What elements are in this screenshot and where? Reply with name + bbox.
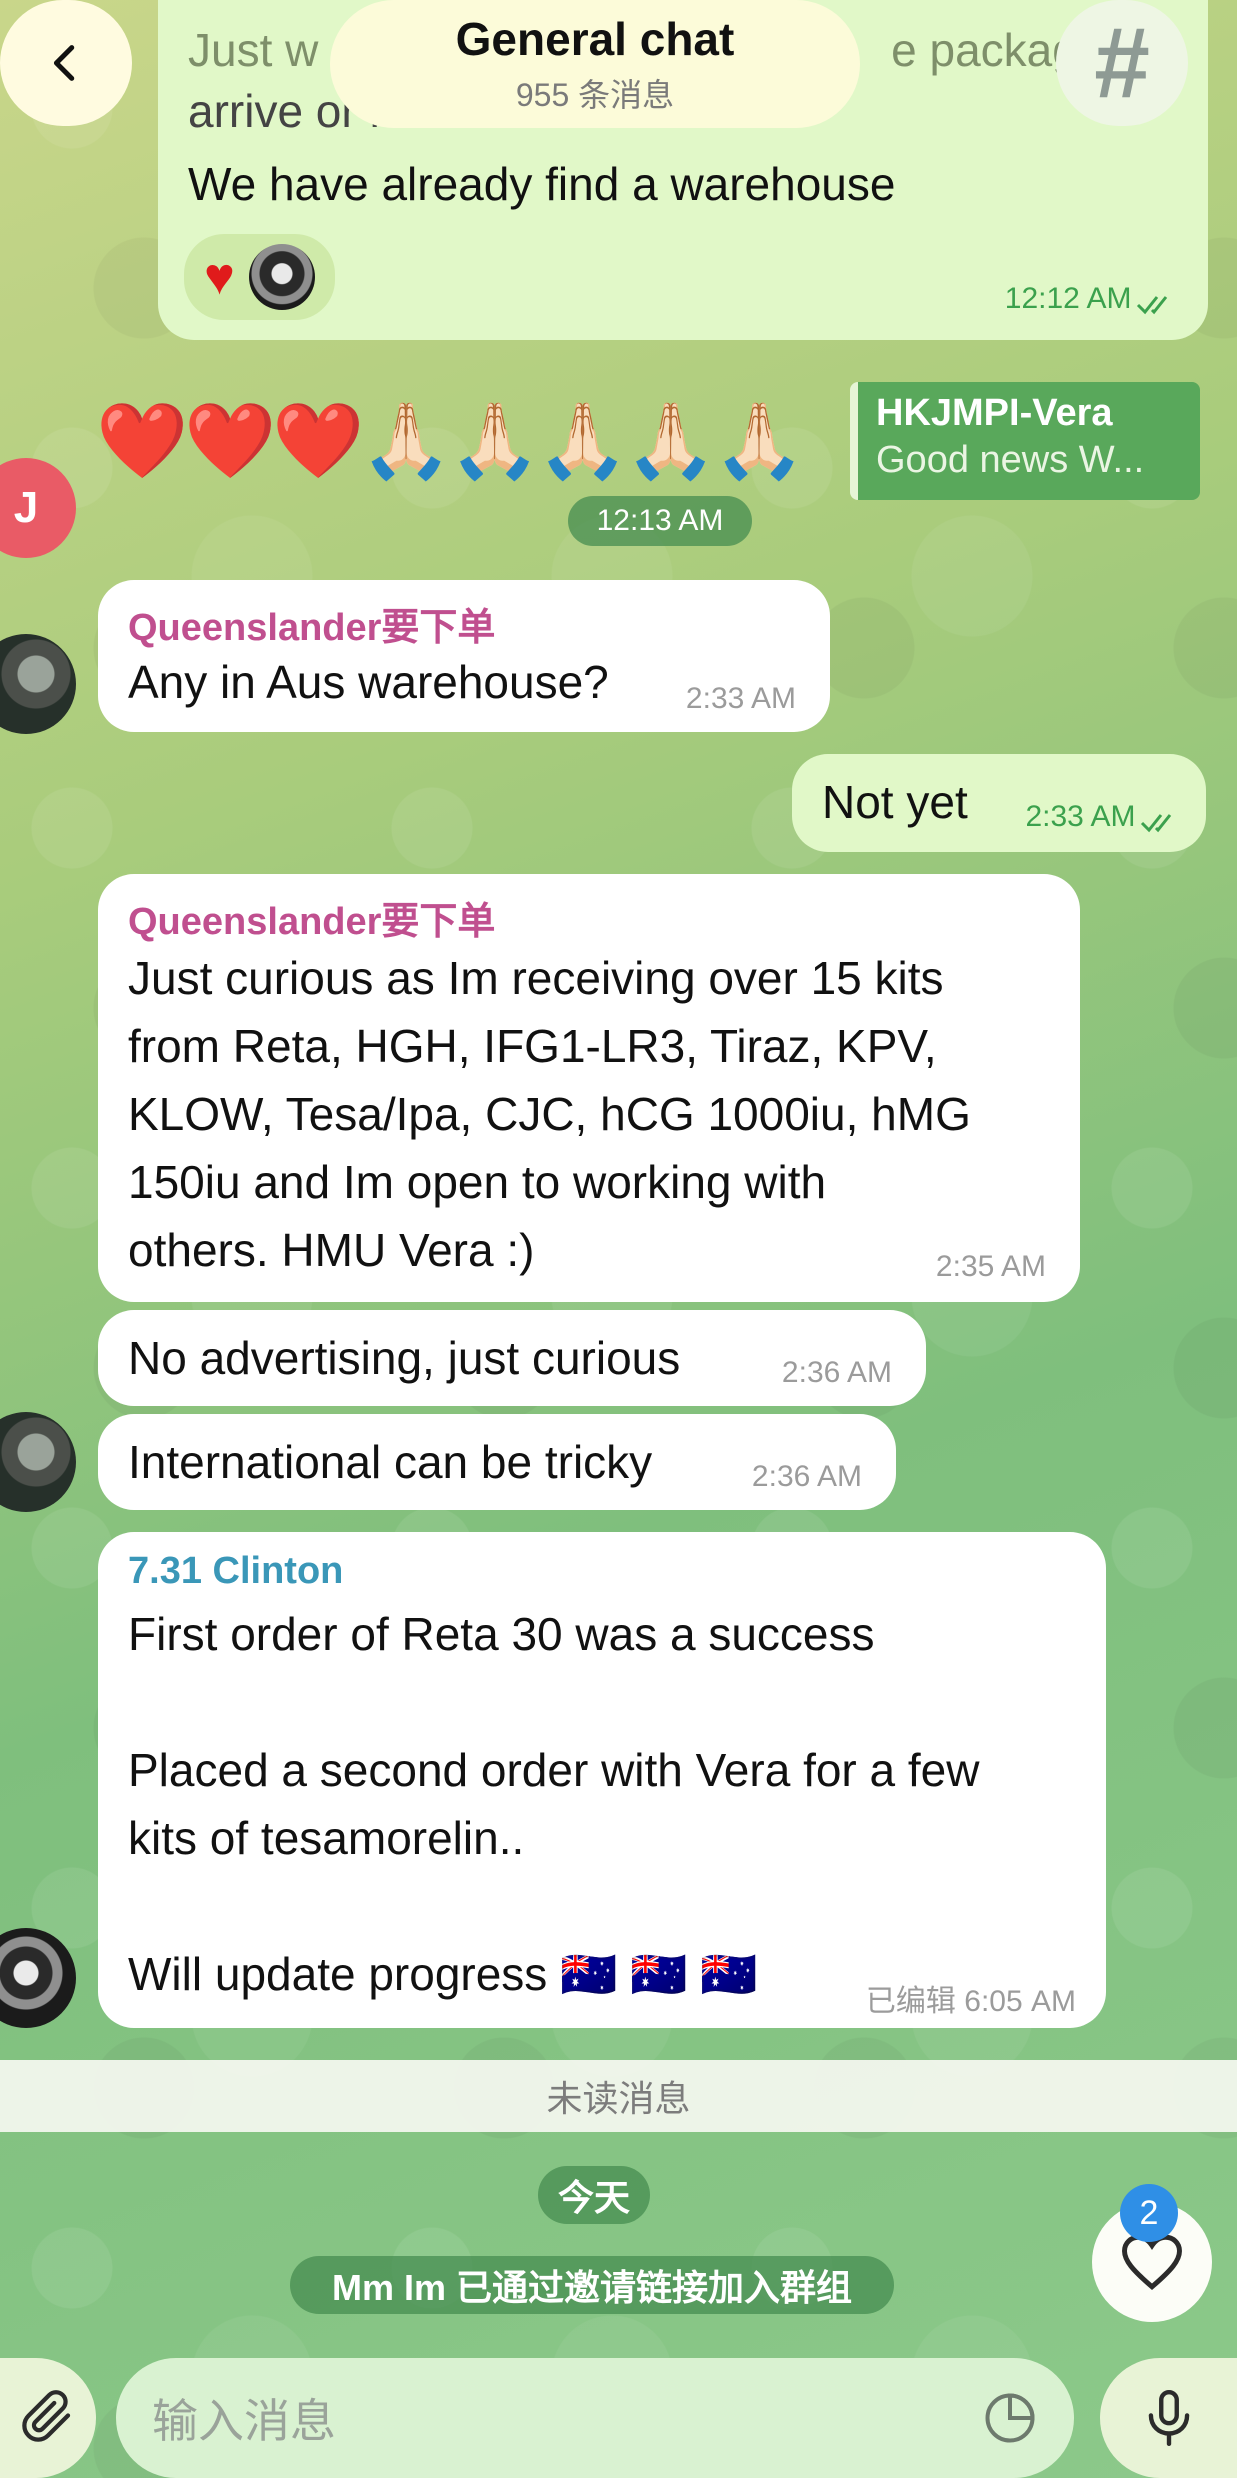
sender-name[interactable]: Queenslander要下单 (128, 596, 495, 651)
chat-title: General chat (455, 13, 735, 65)
reply-text: Good news W... (876, 439, 1145, 481)
message-bubble-incoming[interactable]: Queenslander要下单 Just curious as Im recei… (98, 874, 1080, 1302)
reaction-pill[interactable]: ♥ (184, 234, 335, 320)
message-text: Not yet (822, 776, 968, 828)
message-meta: 2:33 AM (1025, 800, 1182, 834)
paperclip-icon (22, 2390, 71, 2442)
edited-label: 已编辑 (865, 1985, 956, 2018)
sticker-icon[interactable] (980, 2388, 1040, 2448)
message-input-placeholder: 输入消息 (152, 2395, 336, 2447)
user-avatar-clinton[interactable] (0, 1928, 76, 2028)
message-time: 6:05 AM (964, 1985, 1076, 2018)
message-time: 12:12 AM (1004, 282, 1132, 315)
chat-title-pill[interactable]: General chat 955 条消息 (330, 0, 860, 128)
date-pill: 今天 (538, 2166, 650, 2224)
message-meta: 12:12 AM (1005, 282, 1178, 316)
message-text: Just curious as Im receiving over 15 kit… (128, 952, 971, 1276)
heart-reaction-icon: ♥ (204, 248, 235, 306)
message-text: Any in Aus warehouse? (128, 656, 609, 708)
microphone-icon (1148, 2389, 1189, 2447)
message-time: 2:36 AM (781, 1356, 892, 1389)
message-text: No advertising, just curious (128, 1332, 681, 1384)
reply-preview[interactable]: HKJMPI-Vera Good news W... (850, 382, 1200, 500)
message-meta: 已编辑 6:05 AM (866, 1976, 1076, 2020)
back-button[interactable] (0, 0, 132, 126)
message-bubble-incoming[interactable]: International can be tricky 2:36 AM (98, 1414, 896, 1510)
message-bubble-incoming[interactable]: No advertising, just curious 2:36 AM (98, 1310, 926, 1406)
unread-reactions-badge: 2 (1120, 2184, 1178, 2242)
message-count: 955 条消息 (515, 77, 675, 113)
message-bubble-incoming[interactable]: Queenslander要下单 Any in Aus warehouse? 2:… (98, 580, 830, 732)
sender-name[interactable]: Queenslander要下单 (128, 890, 495, 945)
user-avatar-queenslander[interactable] (0, 634, 76, 734)
message-input[interactable]: 输入消息 (116, 2358, 1074, 2478)
message-text-partial: e packag (891, 24, 1078, 76)
user-avatar-j[interactable]: J (0, 458, 76, 558)
message-time: 2:33 AM (1025, 800, 1136, 833)
reply-sender: HKJMPI-Vera (876, 392, 1113, 434)
message-bubble-outgoing[interactable]: Not yet 2:33 AM (792, 754, 1206, 852)
message-bubble-incoming[interactable]: 7.31 Clinton First order of Reta 30 was … (98, 1532, 1106, 2028)
message-text: International can be tricky (128, 1436, 653, 1488)
message-time-badge: 12:13 AM (568, 496, 752, 546)
attach-button[interactable] (0, 2358, 96, 2478)
reactor-avatar (248, 244, 315, 310)
topic-hash-icon[interactable]: # (1056, 0, 1188, 126)
message-text: We have already find a warehouse (188, 158, 896, 210)
unread-messages-divider: 未读消息 (0, 2060, 1237, 2132)
user-avatar-queenslander[interactable] (0, 1412, 76, 1512)
message-text: First order of Reta 30 was a success Pla… (128, 1608, 980, 2000)
message-text-partial: Just w (188, 24, 319, 76)
double-check-icon (1140, 813, 1172, 833)
emoji-message[interactable]: ❤️❤️❤️🙏🏻🙏🏻🙏🏻🙏🏻🙏🏻 (96, 398, 805, 485)
chevron-left-icon (53, 45, 75, 81)
message-time: 2:35 AM (935, 1250, 1046, 1283)
service-message-join: Mm Im 已通过邀请链接加入群组 (290, 2256, 894, 2314)
double-check-icon (1136, 295, 1168, 315)
message-time: 2:36 AM (751, 1460, 862, 1493)
sender-name[interactable]: 7.31 Clinton (128, 1550, 343, 1593)
voice-record-button[interactable] (1100, 2358, 1237, 2478)
message-time: 2:33 AM (685, 682, 796, 715)
